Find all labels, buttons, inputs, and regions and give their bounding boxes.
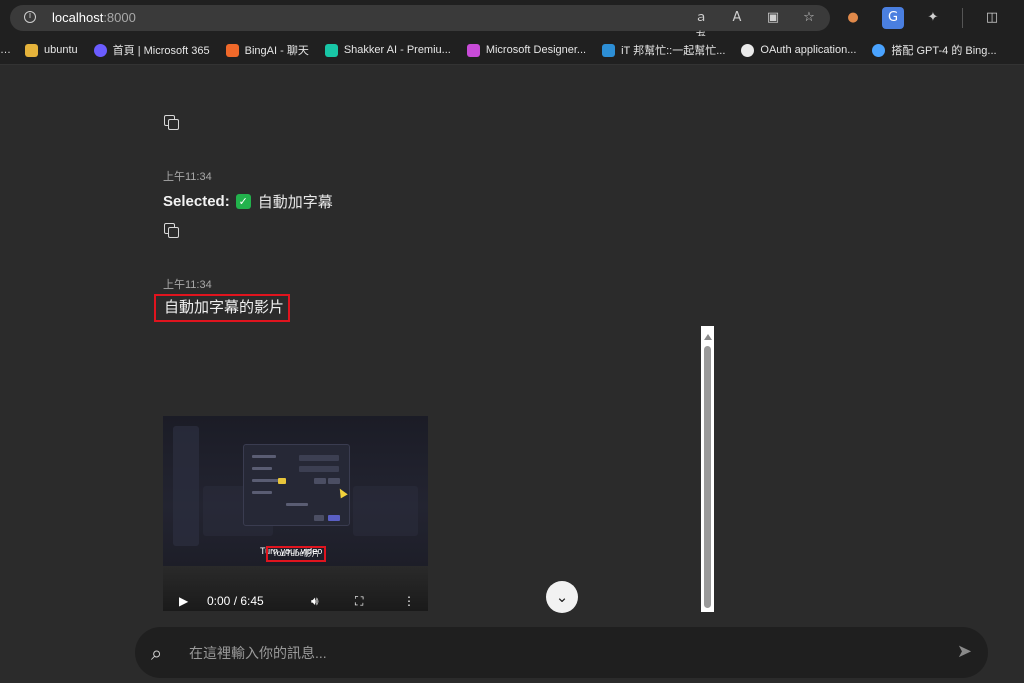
designer-icon — [466, 43, 480, 57]
bookmark-microsoft365[interactable]: 首頁 | Microsoft 365 — [93, 42, 210, 58]
selected-value: 自動加字幕 — [257, 194, 333, 211]
dialog-line — [252, 467, 272, 470]
microsoft365-icon — [93, 43, 107, 57]
highlighted-message: 自動加字幕的影片 — [154, 294, 290, 322]
favorite-star-icon[interactable]: ☆ — [798, 8, 820, 28]
bookmark-shakker[interactable]: Shakker AI - Premiu... — [324, 43, 451, 57]
video-time: 0:00 / 6:45 — [207, 594, 264, 608]
bookmark-designer[interactable]: Microsoft Designer... — [466, 43, 587, 57]
chevron-down-icon: ⌄ — [555, 588, 569, 606]
bookmark-bingai[interactable]: BingAI - 聊天 — [225, 42, 309, 58]
copy-icon[interactable] — [164, 115, 179, 130]
dialog-line — [252, 455, 276, 458]
play-icon[interactable]: ▶ — [179, 594, 188, 608]
google-translate-icon[interactable]: G — [882, 7, 904, 29]
message-timestamp: 上午11:34 — [163, 171, 212, 183]
settings-dialog — [243, 444, 350, 526]
dialog-field — [328, 478, 340, 484]
bookmark-ubuntu[interactable]: ubuntu — [25, 43, 78, 57]
dialog-line — [252, 491, 272, 494]
dialog-line — [286, 503, 308, 506]
dialog-toggle — [278, 478, 286, 484]
fullscreen-icon[interactable]: ⛶ — [355, 594, 363, 609]
url-port: :8000 — [103, 10, 136, 25]
info-icon[interactable]: i — [24, 11, 36, 23]
bookmark-label: Microsoft Designer... — [485, 44, 587, 56]
scrollbar[interactable] — [701, 326, 714, 612]
chat-area: 上午11:34 Selected: ✓ 自動加字幕 上午11:34 自動加字幕的… — [0, 65, 1024, 683]
bingai-icon — [225, 43, 239, 57]
split-screen-icon[interactable]: ◫ — [981, 7, 1003, 29]
blurred-panel — [173, 426, 199, 546]
blurred-panel — [353, 486, 418, 536]
bookmarks-bar: … ubuntu 首頁 | Microsoft 365 BingAI - 聊天 … — [0, 36, 1024, 65]
copilot-icon — [872, 43, 886, 57]
bookmark-bing-gpt4[interactable]: 搭配 GPT-4 的 Bing... — [872, 42, 997, 58]
dialog-cancel-button — [314, 515, 324, 521]
scrollbar-thumb[interactable] — [704, 346, 711, 608]
send-icon[interactable]: ➤ — [957, 641, 972, 662]
read-aloud-icon[interactable]: A — [726, 8, 748, 28]
github-icon — [741, 43, 755, 57]
bookmark-truncated[interactable]: … — [0, 44, 11, 56]
bookmark-label: 搭配 GPT-4 的 Bing... — [891, 45, 997, 57]
more-options-icon[interactable]: ⋮ — [403, 594, 415, 608]
highlighted-caption: YouTube影片 — [266, 546, 326, 562]
message-input-bar: ⌕ ➤ — [135, 627, 988, 678]
bookmark-label: ubuntu — [44, 44, 78, 56]
ithome-icon — [602, 43, 616, 57]
address-bar[interactable]: i localhost:8000 ａあ A ▣ ☆ — [10, 5, 830, 45]
bookmark-label: BingAI - 聊天 — [244, 45, 309, 57]
dialog-ok-button — [328, 515, 340, 521]
dialog-line — [299, 466, 339, 472]
toolbar-divider — [962, 8, 963, 28]
extensions-icon[interactable]: ✦ — [922, 7, 944, 29]
browser-toolbar: i localhost:8000 ａあ A ▣ ☆ ● G ✦ ◫ ☆ — [0, 0, 1024, 45]
bookmark-oauth[interactable]: OAuth application... — [741, 43, 857, 57]
folder-icon — [25, 43, 38, 57]
cookie-extension-icon[interactable]: ● — [842, 7, 864, 29]
video-frame: Turn your video YouTube影片 — [163, 416, 428, 566]
selected-label: Selected: — [163, 193, 230, 210]
scroll-to-bottom-button[interactable]: ⌄ — [546, 581, 578, 613]
shakker-icon — [324, 43, 338, 57]
url-host: localhost — [52, 10, 104, 25]
volume-icon[interactable]: 🔊︎ — [311, 594, 319, 609]
attachment-icon[interactable]: ⌕ — [151, 641, 162, 665]
message-timestamp: 上午11:34 — [163, 279, 212, 291]
bookmark-ithome[interactable]: iT 邦幫忙::一起幫忙... — [602, 42, 725, 58]
selected-message: Selected: ✓ 自動加字幕 — [163, 191, 333, 212]
bookmark-label: 首頁 | Microsoft 365 — [112, 45, 210, 57]
video-player[interactable]: Turn your video YouTube影片 ▶ 0:00 / 6:45 … — [163, 416, 428, 611]
bookmark-label: OAuth application... — [760, 44, 857, 56]
dialog-line — [299, 455, 339, 461]
url-text[interactable]: localhost:8000 — [52, 10, 136, 25]
bookmark-label: Shakker AI - Premiu... — [343, 44, 451, 56]
video-controls: ▶ 0:00 / 6:45 🔊︎ ⛶ ⋮ — [163, 566, 428, 611]
checkmark-icon: ✓ — [235, 194, 251, 209]
dialog-field — [314, 478, 326, 484]
copy-icon[interactable] — [164, 223, 179, 238]
message-input[interactable] — [187, 640, 931, 666]
immersive-reader-icon[interactable]: ▣ — [762, 8, 784, 28]
bookmark-label: iT 邦幫忙::一起幫忙... — [621, 45, 726, 57]
scroll-up-arrow-icon[interactable] — [704, 334, 712, 340]
translate-icon[interactable]: ａあ — [690, 8, 712, 45]
